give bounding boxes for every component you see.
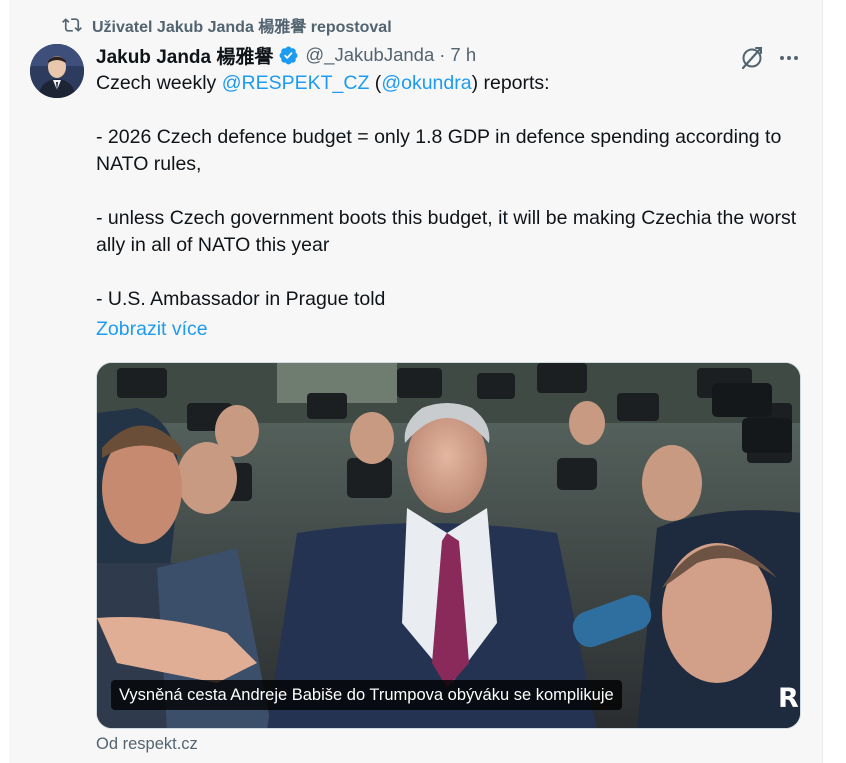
tweet-bullet-1: - 2026 Czech defence budget = only 1.8 G… [96,126,782,175]
page-gutter-right [823,0,846,763]
page-gutter-left [0,0,9,763]
respekt-logo: R [778,683,799,714]
repost-icon [62,18,82,32]
mention-okundra[interactable]: @okundra [381,72,471,94]
link-card[interactable]: Vysněná cesta Andreje Babiše do Trumpova… [96,362,801,729]
repost-context[interactable]: Uživatel Jakub Janda 楊雅譽 repostoval [62,14,392,36]
author-avatar[interactable] [30,44,84,98]
more-icon[interactable] [777,46,801,70]
header-separator: · [439,44,446,65]
tweet-text: Czech weekly @RESPEKT_CZ (@okundra) repo… [96,70,808,313]
card-caption: Vysněná cesta Andreje Babiše do Trumpova… [111,680,622,710]
author-handle[interactable]: @_JakubJanda [305,44,434,66]
tweet-header: Jakub Janda 楊雅譽 @_JakubJanda · 7 h [96,42,476,68]
avatar-image [30,44,84,98]
intro-prefix: Czech weekly [96,72,222,94]
card-source[interactable]: Od respekt.cz [96,735,198,754]
author-display-name[interactable]: Jakub Janda 楊雅譽 [96,42,273,69]
tweet-intro-line: Czech weekly @RESPEKT_CZ (@okundra) repo… [96,70,808,97]
grok-icon[interactable] [739,45,765,71]
mention-respekt[interactable]: @RESPEKT_CZ [222,72,370,94]
card-photo [97,363,800,728]
verified-badge-icon[interactable] [278,45,299,66]
paren-open: ( [369,72,382,94]
show-more-link[interactable]: Zobrazit více [96,316,208,343]
tweet-timestamp[interactable]: 7 h [450,44,476,66]
intro-suffix: ) reports: [471,72,550,94]
repost-label: Uživatel Jakub Janda 楊雅譽 repostoval [92,19,392,36]
tweet-bullet-2: - unless Czech government boots this bud… [96,207,797,256]
tweet-bullet-3: - U.S. Ambassador in Prague told [96,288,386,310]
